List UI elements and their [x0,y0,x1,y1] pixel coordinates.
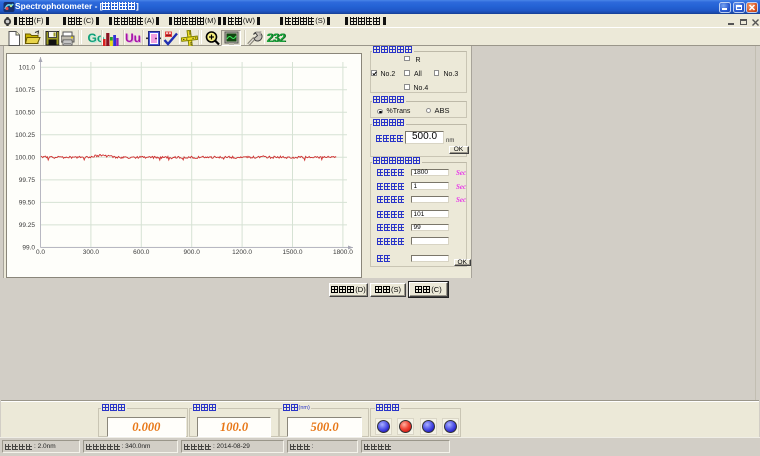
svg-text:100.50: 100.50 [15,110,35,117]
svg-text:0.0: 0.0 [36,249,45,256]
svg-text:900.0: 900.0 [184,249,201,256]
svg-text:99.25: 99.25 [19,222,36,229]
svg-text:99.75: 99.75 [19,177,36,184]
svg-text:300.0: 300.0 [83,249,100,256]
svg-text:100.25: 100.25 [15,132,35,139]
svg-text:1200.0: 1200.0 [232,249,252,256]
svg-text:100.75: 100.75 [15,87,35,94]
svg-text:100.00: 100.00 [15,155,35,162]
svg-text:99.0: 99.0 [22,245,35,252]
svg-text:101.0: 101.0 [19,64,36,71]
svg-text:600.0: 600.0 [133,249,150,256]
svg-text:1800.0: 1800.0 [333,249,353,256]
svg-text:99.50: 99.50 [19,200,36,207]
svg-text:1500.0: 1500.0 [283,249,303,256]
